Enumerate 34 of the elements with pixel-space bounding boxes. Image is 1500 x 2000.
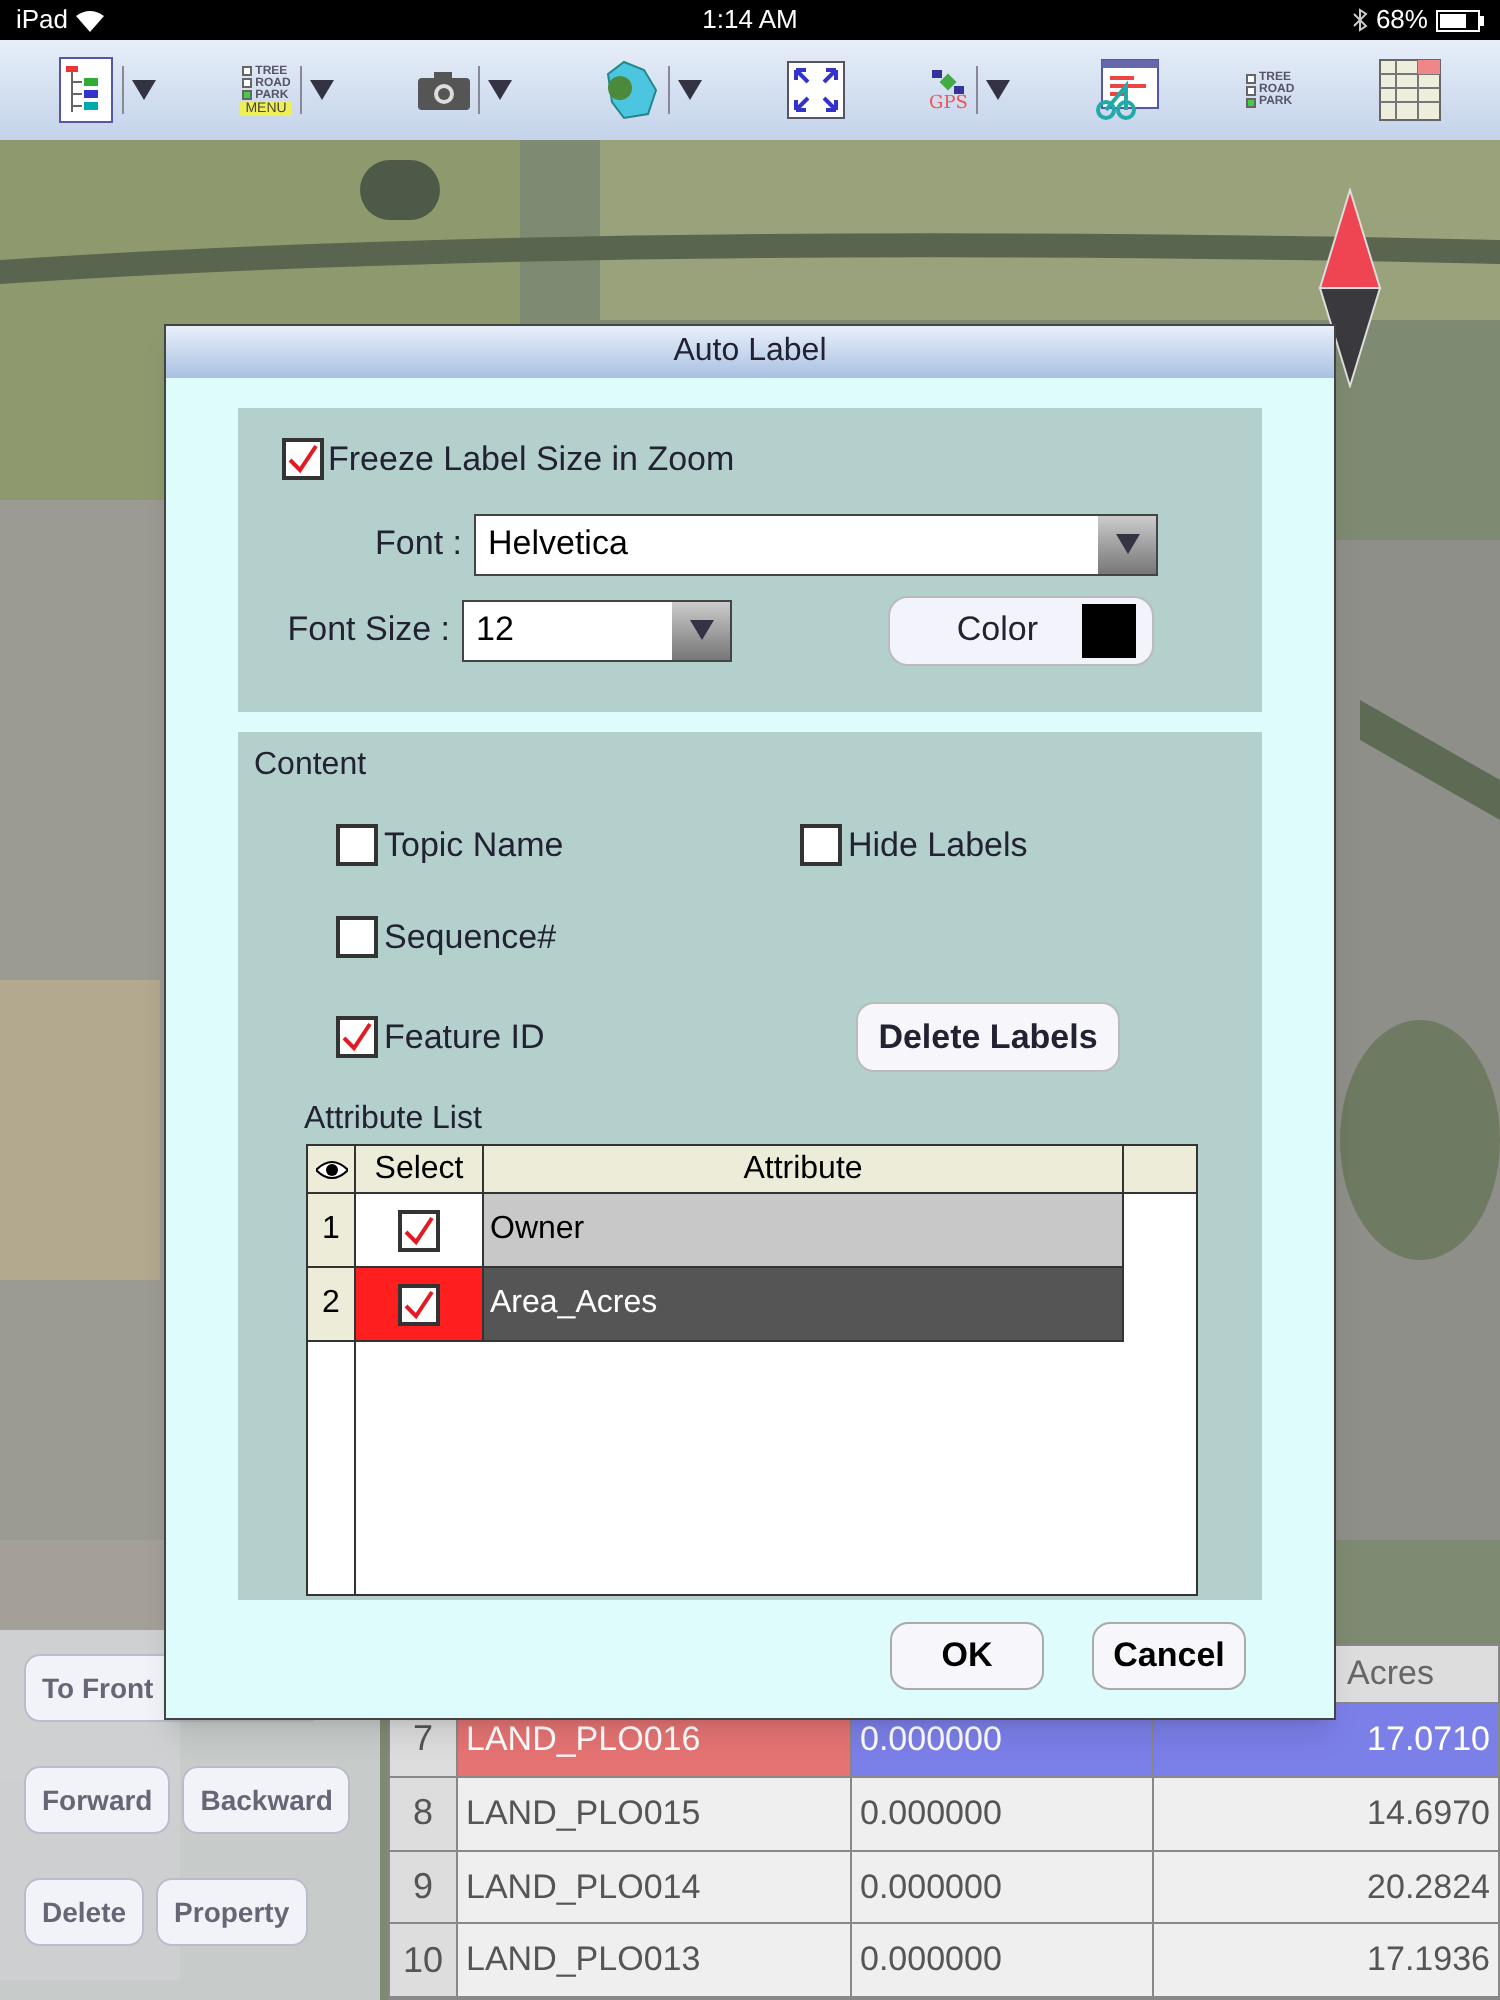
device-name: iPad <box>16 2 69 39</box>
section-title: Content <box>254 746 369 786</box>
column-header: Acres <box>1347 1652 1434 1697</box>
checkbox-label: Sequence# <box>384 915 557 959</box>
dialog-title: Auto Label <box>673 332 827 372</box>
attribute-cell[interactable]: Owner <box>484 1194 1124 1268</box>
checkbox-label: Hide Labels <box>848 824 1028 868</box>
field-label: Font : <box>373 522 462 567</box>
font-dropdown[interactable]: Helvetica <box>474 513 1158 575</box>
side-button[interactable]: Delete <box>24 1878 145 1946</box>
checkbox-label: Feature ID <box>384 1015 545 1060</box>
font-size-dropdown[interactable]: 12 <box>462 599 732 661</box>
color-button[interactable]: Color <box>888 595 1154 665</box>
section-title: Attribute List <box>302 1100 482 1140</box>
column-header: Attribute <box>484 1146 1124 1192</box>
checkbox-label: Topic Name <box>384 824 564 868</box>
row-number: 8 <box>390 1777 458 1850</box>
clock: 1:14 AM <box>702 2 798 39</box>
delete-labels-button[interactable]: Delete Labels <box>856 1002 1120 1072</box>
side-button[interactable]: Property <box>156 1878 308 1946</box>
row-number: 10 <box>390 1924 458 1997</box>
row-number: 2 <box>308 1268 356 1342</box>
side-button[interactable]: Forward <box>24 1766 171 1834</box>
side-button[interactable]: Backward <box>182 1766 351 1834</box>
checkbox-label: Freeze Label Size in Zoom <box>328 438 735 482</box>
attribute-cell[interactable]: Area_Acres <box>484 1268 1124 1342</box>
dialog-button[interactable]: OK <box>890 1622 1044 1690</box>
column-header: Select <box>356 1146 484 1192</box>
row-number: 9 <box>390 1851 458 1923</box>
battery-percent: 68% <box>1375 2 1428 39</box>
gps-label: GPS <box>929 95 968 113</box>
row-number: 1 <box>308 1194 356 1268</box>
field-label: Font Size : <box>285 608 450 653</box>
dialog-button[interactable]: Cancel <box>1092 1622 1246 1690</box>
